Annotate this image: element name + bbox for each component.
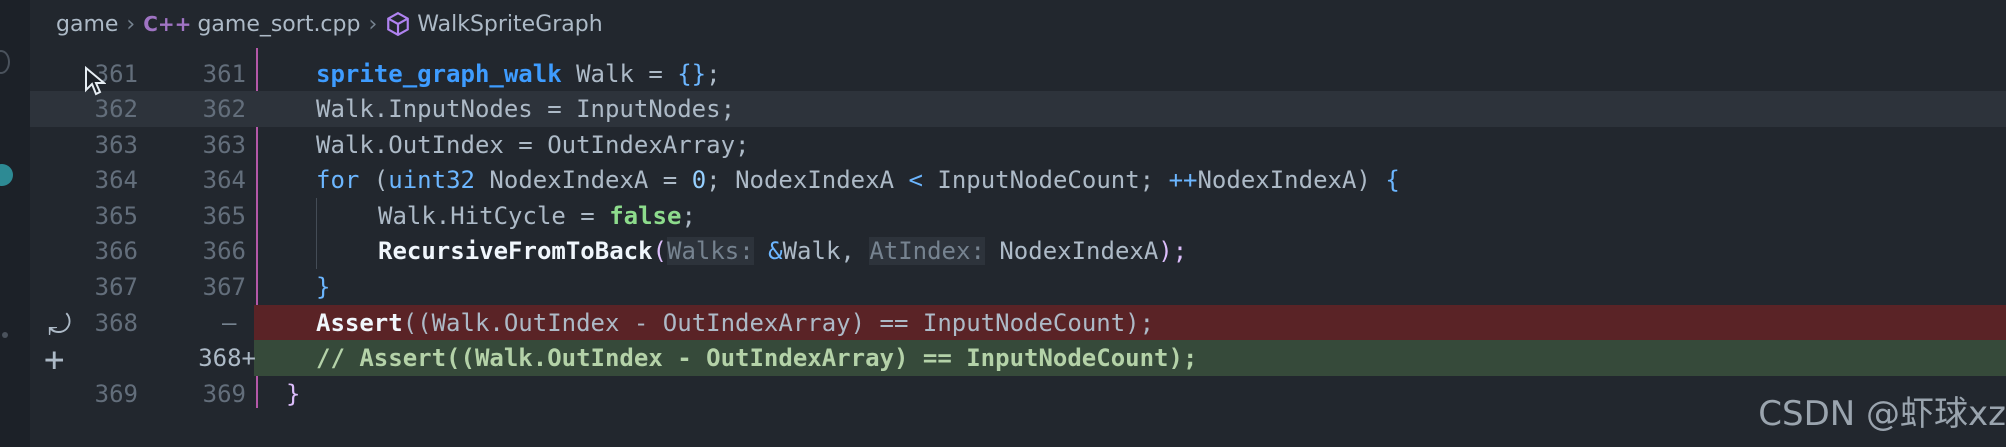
- symbol-class-icon: [387, 11, 410, 37]
- code-text: RecursiveFromToBack(Walks: &Walk, AtInde…: [378, 236, 1188, 265]
- removed-marker: —: [222, 308, 237, 337]
- code-text: sprite_graph_walk Walk = {};: [316, 59, 721, 88]
- code-line[interactable]: 366 366 RecursiveFromToBack(Walks: &Walk…: [30, 233, 2006, 269]
- inlay-hint: AtIndex:: [869, 236, 985, 265]
- line-number-modified: 365: [202, 201, 246, 230]
- breadcrumb-folder[interactable]: game: [56, 12, 118, 37]
- chevron-right-icon: ›: [126, 11, 136, 37]
- cursor-icon: [85, 66, 106, 96]
- indent-guide: [316, 198, 317, 269]
- breadcrumb-symbol[interactable]: WalkSpriteGraph: [417, 12, 602, 37]
- code-line[interactable]: 364 364 for (uint32 NodexIndexA = 0; Nod…: [30, 162, 2006, 198]
- code-line[interactable]: 367 367 }: [30, 269, 2006, 305]
- line-number-modified: 369: [202, 379, 246, 408]
- revert-icon[interactable]: ⤾: [48, 308, 71, 342]
- code-line[interactable]: 369 369 }: [30, 376, 2006, 412]
- line-number-original: 363: [94, 130, 138, 159]
- code-line[interactable]: 365 365 Walk.HitCycle = false;: [30, 198, 2006, 234]
- code-line[interactable]: 362 362 Walk.InputNodes = InputNodes;: [30, 91, 2006, 127]
- line-number-original: 367: [94, 272, 138, 301]
- breadcrumb-file[interactable]: game_sort.cpp: [197, 12, 360, 37]
- line-number-modified: 367: [202, 272, 246, 301]
- line-number-modified: 361: [202, 59, 246, 88]
- code-line[interactable]: 361 361 sprite_graph_walk Walk = {};: [30, 56, 2006, 92]
- inlay-hint: Walks:: [667, 236, 754, 265]
- cpp-file-icon: C++: [143, 12, 192, 36]
- code-line[interactable]: 363 363 Walk.OutIndex = OutIndexArray;: [30, 127, 2006, 163]
- code-text: Assert((Walk.OutIndex - OutIndexArray) =…: [316, 308, 1155, 337]
- line-number-modified: 364: [202, 165, 246, 194]
- plus-icon[interactable]: +: [44, 340, 64, 380]
- line-number-modified: 362: [202, 94, 246, 123]
- line-number-original: 368: [94, 308, 138, 337]
- code-text: }: [286, 379, 301, 408]
- line-number-original: 366: [94, 236, 138, 265]
- line-number-original: 362: [94, 94, 138, 123]
- code-text: // Assert((Walk.OutIndex - OutIndexArray…: [316, 343, 1198, 372]
- code-text: }: [316, 272, 331, 301]
- activity-bar: [0, 0, 30, 447]
- watermark: CSDN @虾球xz: [1758, 394, 2006, 434]
- deleted-line[interactable]: Assert((Walk.OutIndex - OutIndexArray) =…: [254, 305, 2006, 341]
- line-number-modified: 366: [202, 236, 246, 265]
- source-control-badge-icon[interactable]: [0, 164, 13, 186]
- status-dot-icon: [2, 332, 8, 338]
- code-text: for (uint32 NodexIndexA = 0; NodexIndexA…: [316, 165, 1400, 194]
- code-text: Walk.OutIndex = OutIndexArray;: [316, 130, 750, 159]
- line-number-modified: 363: [202, 130, 246, 159]
- added-line[interactable]: // Assert((Walk.OutIndex - OutIndexArray…: [254, 340, 2006, 376]
- line-number-original: 365: [94, 201, 138, 230]
- chevron-right-icon: ›: [368, 11, 378, 37]
- code-text: Walk.InputNodes = InputNodes;: [316, 94, 736, 123]
- breadcrumb: game › C++ game_sort.cpp › WalkSpriteGra…: [30, 0, 2006, 48]
- line-number-original: 364: [94, 165, 138, 194]
- code-text: Walk.HitCycle = false;: [378, 201, 696, 230]
- line-number-original: 369: [94, 379, 138, 408]
- line-number-modified: 368+: [198, 343, 256, 372]
- scroll-indicator-icon: [0, 50, 10, 74]
